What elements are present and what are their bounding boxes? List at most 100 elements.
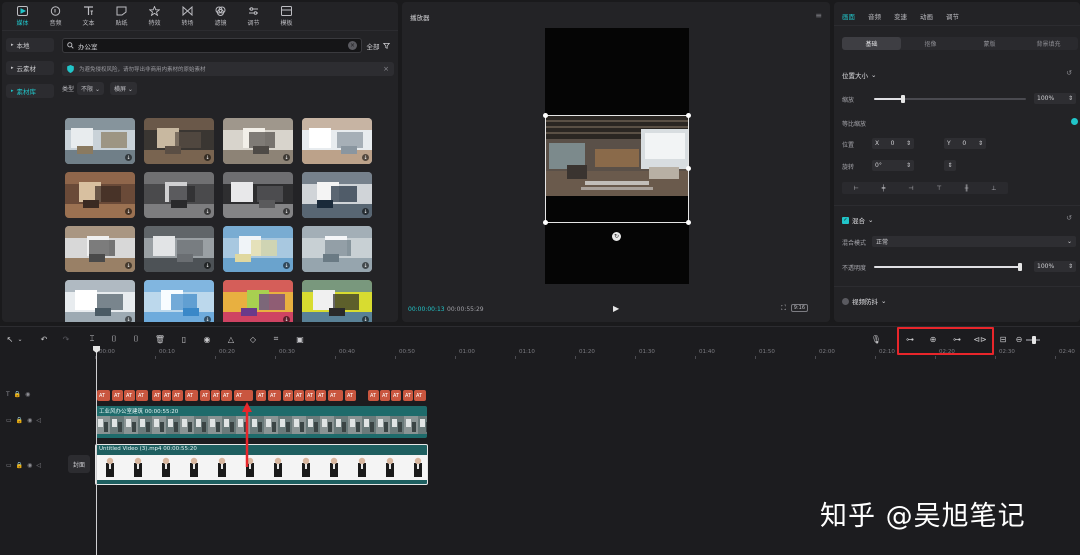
media-tab-1[interactable]: 音频 bbox=[39, 2, 72, 30]
opacity-slider-knob[interactable] bbox=[1018, 263, 1022, 271]
subtitle-icon[interactable]: ⊟ bbox=[997, 333, 1009, 345]
property-tab-2[interactable]: 变速 bbox=[894, 11, 907, 25]
stabilize-section[interactable]: 视频防抖 ⌄ bbox=[842, 296, 886, 306]
download-icon[interactable]: ↓ bbox=[204, 208, 211, 215]
stabilize-toggle[interactable] bbox=[842, 297, 849, 305]
text-clip[interactable]: AT bbox=[283, 390, 293, 401]
download-icon[interactable]: ↓ bbox=[125, 154, 132, 161]
rotate-icon[interactable]: ↻ bbox=[612, 232, 621, 241]
zoom-slider[interactable] bbox=[1026, 336, 1040, 344]
text-clip[interactable]: AT bbox=[403, 390, 413, 401]
resize-handle-tl[interactable] bbox=[543, 113, 548, 118]
text-clip[interactable]: AT bbox=[112, 390, 123, 401]
asset-thumbnail[interactable]: ↓ bbox=[144, 226, 214, 272]
text-clip[interactable]: AT bbox=[136, 390, 148, 401]
download-icon[interactable]: ↓ bbox=[125, 316, 132, 322]
crop-icon[interactable]: ⌗ bbox=[270, 333, 282, 345]
rotate-step-button[interactable]: ⇕ bbox=[944, 160, 956, 171]
property-tab-1[interactable]: 音频 bbox=[868, 11, 881, 25]
text-clip[interactable]: AT bbox=[234, 390, 253, 401]
align-right-icon[interactable]: ⊣ bbox=[908, 185, 913, 192]
asset-thumbnail[interactable]: ↓ bbox=[223, 280, 293, 322]
opacity-value-input[interactable]: 100% ⇕ bbox=[1034, 261, 1076, 272]
property-tab-4[interactable]: 调节 bbox=[946, 11, 959, 25]
freeze-icon[interactable]: ▯ bbox=[178, 333, 190, 345]
text-clip[interactable]: AT bbox=[380, 390, 390, 401]
download-icon[interactable]: ↓ bbox=[362, 208, 369, 215]
position-y-input[interactable]: Y 0 ⇕ bbox=[944, 138, 986, 149]
asset-thumbnail[interactable]: ↓ bbox=[302, 226, 372, 272]
text-clip[interactable]: AT bbox=[328, 390, 343, 401]
zoom-out-icon[interactable]: ⊖ bbox=[1013, 333, 1025, 345]
position-x-input[interactable]: X 0 ⇕ bbox=[872, 138, 914, 149]
property-tab-0[interactable]: 画面 bbox=[842, 11, 855, 25]
play-reverse-icon[interactable]: ◉ bbox=[201, 333, 213, 345]
mirror-icon[interactable]: ◇ bbox=[247, 333, 259, 345]
microphone-icon[interactable]: 🎙 bbox=[870, 333, 882, 345]
text-clip[interactable]: AT bbox=[316, 390, 326, 401]
reset-icon[interactable]: ↺ bbox=[1066, 69, 1072, 77]
opacity-slider[interactable] bbox=[874, 263, 1022, 271]
lock-icon[interactable]: 🔒 bbox=[16, 417, 23, 424]
main-video-clip[interactable]: Untitled Video (3).mp4 00:00:55:20 bbox=[95, 444, 428, 485]
background-video-clip[interactable]: 工业风办公室建筑 00:00:55:20 bbox=[96, 406, 427, 438]
clear-search-icon[interactable]: × bbox=[348, 41, 357, 50]
text-clip[interactable]: AT bbox=[256, 390, 266, 401]
delete-icon[interactable]: 🗑 bbox=[154, 333, 166, 345]
redo-icon[interactable]: ↷ bbox=[60, 333, 72, 345]
close-notice-icon[interactable]: × bbox=[383, 65, 389, 73]
property-sub-tab-3[interactable]: 背景填充 bbox=[1019, 37, 1078, 50]
rotate-input[interactable]: 0° ⇕ bbox=[872, 160, 914, 171]
undo-icon[interactable]: ↶ bbox=[38, 333, 50, 345]
asset-thumbnail[interactable]: ↓ bbox=[223, 172, 293, 218]
download-icon[interactable]: ↓ bbox=[362, 262, 369, 269]
playhead[interactable] bbox=[96, 347, 97, 555]
resize-handle-bl[interactable] bbox=[543, 220, 548, 225]
chevron-down-icon[interactable]: ⌄ bbox=[14, 333, 26, 345]
audio-icon[interactable]: ◁ bbox=[36, 417, 41, 424]
scale-slider[interactable] bbox=[874, 95, 1026, 103]
text-clip[interactable]: AT bbox=[294, 390, 304, 401]
download-icon[interactable]: ↓ bbox=[204, 316, 211, 322]
play-icon[interactable]: ▶ bbox=[613, 304, 619, 313]
text-clip[interactable]: AT bbox=[200, 390, 210, 401]
resize-handle-tr[interactable] bbox=[686, 113, 691, 118]
asset-thumbnail[interactable]: ↓ bbox=[302, 118, 372, 164]
cover-button[interactable]: 封面 bbox=[68, 455, 90, 473]
zoom-slider-knob[interactable] bbox=[1032, 336, 1036, 344]
scale-value-input[interactable]: 100% ⇕ bbox=[1034, 93, 1076, 104]
download-icon[interactable]: ↓ bbox=[125, 208, 132, 215]
asset-thumbnail[interactable]: ↓ bbox=[144, 172, 214, 218]
type-filter[interactable]: 类型 不限 ⌄ bbox=[62, 82, 104, 95]
eye-icon[interactable]: ◉ bbox=[25, 391, 30, 398]
ratio-button[interactable]: 9:16 bbox=[790, 304, 808, 312]
blend-checkbox[interactable]: ✓ bbox=[842, 216, 849, 224]
text-clip[interactable]: AT bbox=[305, 390, 315, 401]
time-ruler[interactable]: 00:00 00:10 00:20 00:30 00:40 00:50 01:00 01:10… bbox=[95, 349, 1080, 359]
text-clip[interactable]: AT bbox=[124, 390, 135, 401]
selection-box[interactable] bbox=[545, 115, 689, 223]
split-left-icon[interactable]: ⌷ bbox=[108, 333, 120, 345]
blend-section[interactable]: ✓ 混合 ⌄ bbox=[842, 215, 873, 225]
reset-icon[interactable]: ↺ bbox=[1066, 214, 1072, 222]
sidebar-item-0[interactable]: ▸ 本地 bbox=[6, 38, 54, 52]
asset-thumbnail[interactable]: ↓ bbox=[65, 118, 135, 164]
media-tab-6[interactable]: 滤镜 bbox=[204, 2, 237, 30]
text-clip[interactable]: AT bbox=[97, 390, 110, 401]
text-clip[interactable]: AT bbox=[414, 390, 426, 401]
eye-icon[interactable]: ◉ bbox=[27, 462, 32, 469]
download-icon[interactable]: ↓ bbox=[283, 316, 290, 322]
media-tab-7[interactable]: 调节 bbox=[237, 2, 270, 30]
property-tab-3[interactable]: 动画 bbox=[920, 11, 933, 25]
text-clip[interactable]: AT bbox=[172, 390, 183, 401]
text-clip[interactable]: AT bbox=[368, 390, 379, 401]
download-icon[interactable]: ↓ bbox=[204, 154, 211, 161]
eye-icon[interactable]: ◉ bbox=[27, 417, 32, 424]
media-tab-2[interactable]: 文本 bbox=[72, 2, 105, 30]
search-input[interactable]: 办公室 × bbox=[62, 38, 362, 53]
property-sub-tab-2[interactable]: 蒙版 bbox=[960, 37, 1019, 50]
download-icon[interactable]: ↓ bbox=[283, 262, 290, 269]
asset-thumbnail[interactable]: ↓ bbox=[223, 118, 293, 164]
scale-slider-knob[interactable] bbox=[900, 95, 905, 103]
asset-thumbnail[interactable]: ↓ bbox=[223, 226, 293, 272]
